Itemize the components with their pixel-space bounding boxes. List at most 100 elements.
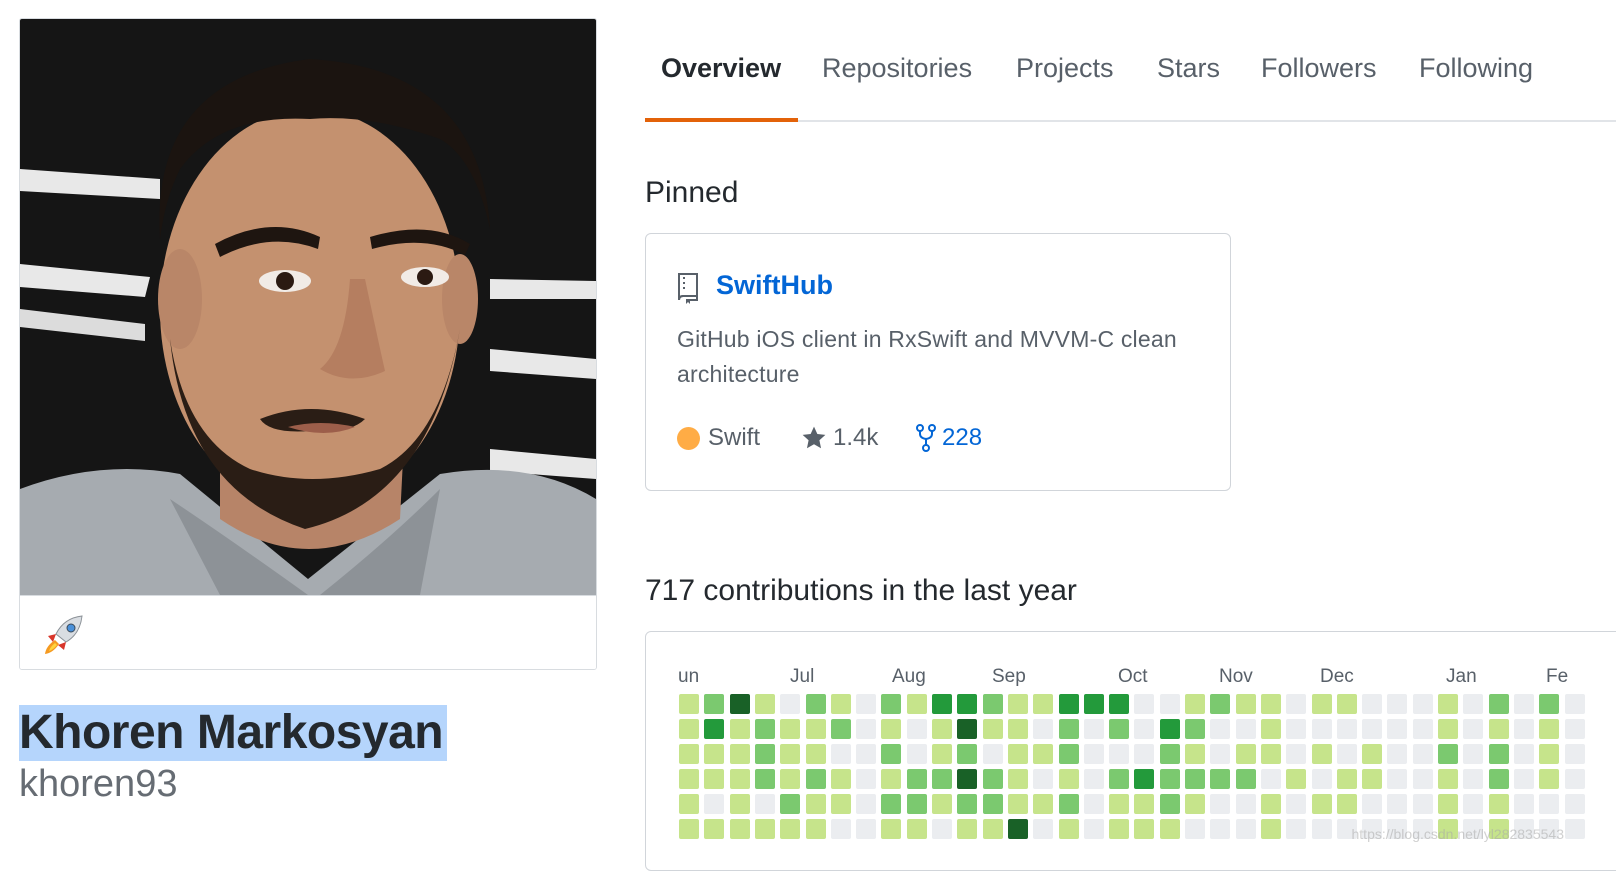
contribution-day-cell[interactable] <box>1159 744 1180 764</box>
contribution-day-cell[interactable] <box>1488 744 1509 764</box>
contribution-day-cell[interactable] <box>1109 794 1130 814</box>
contribution-day-cell[interactable] <box>1488 794 1509 814</box>
contribution-day-cell[interactable] <box>1362 769 1383 789</box>
contribution-day-cell[interactable] <box>1438 769 1458 789</box>
contribution-day-cell[interactable] <box>1033 794 1054 814</box>
contribution-day-cell[interactable] <box>805 694 826 714</box>
contribution-day-cell[interactable] <box>1260 794 1281 814</box>
contribution-day-cell[interactable] <box>906 769 927 789</box>
contribution-day-cell[interactable] <box>1488 769 1509 789</box>
contribution-day-cell[interactable] <box>1235 694 1256 714</box>
contribution-day-cell[interactable] <box>1159 769 1180 789</box>
contribution-day-cell[interactable] <box>1083 819 1104 839</box>
contribution-day-cell[interactable] <box>1235 744 1256 764</box>
contribution-day-cell[interactable] <box>1058 819 1079 839</box>
contribution-day-cell[interactable] <box>932 769 952 789</box>
contribution-day-cell[interactable] <box>729 794 750 814</box>
contribution-day-cell[interactable] <box>754 744 775 764</box>
contribution-day-cell[interactable] <box>679 719 699 739</box>
contribution-day-cell[interactable] <box>1488 719 1509 739</box>
contribution-day-cell[interactable] <box>932 719 952 739</box>
contribution-day-cell[interactable] <box>704 794 725 814</box>
contribution-day-cell[interactable] <box>830 769 851 789</box>
contribution-day-cell[interactable] <box>1134 744 1155 764</box>
avatar[interactable] <box>20 19 596 595</box>
contribution-day-cell[interactable] <box>1007 694 1028 714</box>
contribution-day-cell[interactable] <box>1564 794 1585 814</box>
contribution-day-cell[interactable] <box>932 744 952 764</box>
contribution-day-cell[interactable] <box>1336 744 1357 764</box>
contribution-day-cell[interactable] <box>1463 769 1484 789</box>
contribution-day-cell[interactable] <box>982 694 1003 714</box>
contribution-day-cell[interactable] <box>1412 694 1433 714</box>
contribution-day-cell[interactable] <box>729 719 750 739</box>
contribution-day-cell[interactable] <box>1134 719 1155 739</box>
tab-repositories[interactable]: Repositories <box>822 50 972 86</box>
contribution-day-cell[interactable] <box>881 719 902 739</box>
contribution-day-cell[interactable] <box>1235 719 1256 739</box>
contribution-day-cell[interactable] <box>1336 719 1357 739</box>
contribution-day-cell[interactable] <box>1159 794 1180 814</box>
contribution-day-cell[interactable] <box>1109 819 1130 839</box>
contribution-day-cell[interactable] <box>1362 744 1383 764</box>
contribution-day-cell[interactable] <box>1159 719 1180 739</box>
contribution-day-cell[interactable] <box>1286 744 1307 764</box>
contribution-day-cell[interactable] <box>881 744 902 764</box>
contribution-day-cell[interactable] <box>1033 819 1054 839</box>
contribution-day-cell[interactable] <box>1185 794 1205 814</box>
contribution-day-cell[interactable] <box>1311 719 1332 739</box>
contribution-day-cell[interactable] <box>906 744 927 764</box>
contribution-day-cell[interactable] <box>1033 719 1054 739</box>
contribution-day-cell[interactable] <box>1083 794 1104 814</box>
contribution-day-cell[interactable] <box>1412 744 1433 764</box>
contribution-day-cell[interactable] <box>830 744 851 764</box>
contribution-day-cell[interactable] <box>1235 794 1256 814</box>
contribution-day-cell[interactable] <box>805 769 826 789</box>
contribution-day-cell[interactable] <box>1185 694 1205 714</box>
contribution-day-cell[interactable] <box>1286 794 1307 814</box>
contribution-day-cell[interactable] <box>830 819 851 839</box>
contribution-day-cell[interactable] <box>1336 794 1357 814</box>
contribution-day-cell[interactable] <box>1185 819 1205 839</box>
contribution-day-cell[interactable] <box>1513 744 1534 764</box>
contribution-day-cell[interactable] <box>1109 744 1130 764</box>
contribution-day-cell[interactable] <box>1007 819 1028 839</box>
tab-stars[interactable]: Stars <box>1157 50 1220 86</box>
contribution-day-cell[interactable] <box>1210 794 1231 814</box>
contribution-day-cell[interactable] <box>729 769 750 789</box>
contribution-day-cell[interactable] <box>1539 769 1560 789</box>
contribution-day-cell[interactable] <box>1438 694 1458 714</box>
contribution-day-cell[interactable] <box>906 694 927 714</box>
contribution-day-cell[interactable] <box>729 819 750 839</box>
status-bar[interactable] <box>20 595 596 669</box>
contribution-day-cell[interactable] <box>704 719 725 739</box>
contribution-day-cell[interactable] <box>1463 744 1484 764</box>
contribution-day-cell[interactable] <box>881 794 902 814</box>
contribution-day-cell[interactable] <box>1387 794 1408 814</box>
repo-stars-link[interactable]: 1.4k <box>801 424 878 452</box>
contribution-day-cell[interactable] <box>1134 694 1155 714</box>
contribution-day-cell[interactable] <box>1311 819 1332 839</box>
contribution-day-cell[interactable] <box>982 769 1003 789</box>
contribution-day-cell[interactable] <box>1362 694 1383 714</box>
contribution-day-cell[interactable] <box>754 794 775 814</box>
contribution-day-cell[interactable] <box>704 694 725 714</box>
contribution-day-cell[interactable] <box>780 769 801 789</box>
tab-followers[interactable]: Followers <box>1261 50 1377 86</box>
contribution-day-cell[interactable] <box>1235 819 1256 839</box>
contribution-day-cell[interactable] <box>754 769 775 789</box>
contribution-day-cell[interactable] <box>1159 819 1180 839</box>
contribution-day-cell[interactable] <box>982 719 1003 739</box>
contribution-day-cell[interactable] <box>1260 819 1281 839</box>
contribution-day-cell[interactable] <box>957 744 978 764</box>
repo-forks-link[interactable]: 228 <box>916 424 982 452</box>
contribution-day-cell[interactable] <box>780 819 801 839</box>
contribution-day-cell[interactable] <box>1007 769 1028 789</box>
contribution-day-cell[interactable] <box>1412 719 1433 739</box>
contribution-day-cell[interactable] <box>982 744 1003 764</box>
contribution-day-cell[interactable] <box>957 819 978 839</box>
contribution-day-cell[interactable] <box>1311 794 1332 814</box>
contribution-day-cell[interactable] <box>1564 769 1585 789</box>
contribution-day-cell[interactable] <box>1260 694 1281 714</box>
contribution-day-cell[interactable] <box>1159 694 1180 714</box>
